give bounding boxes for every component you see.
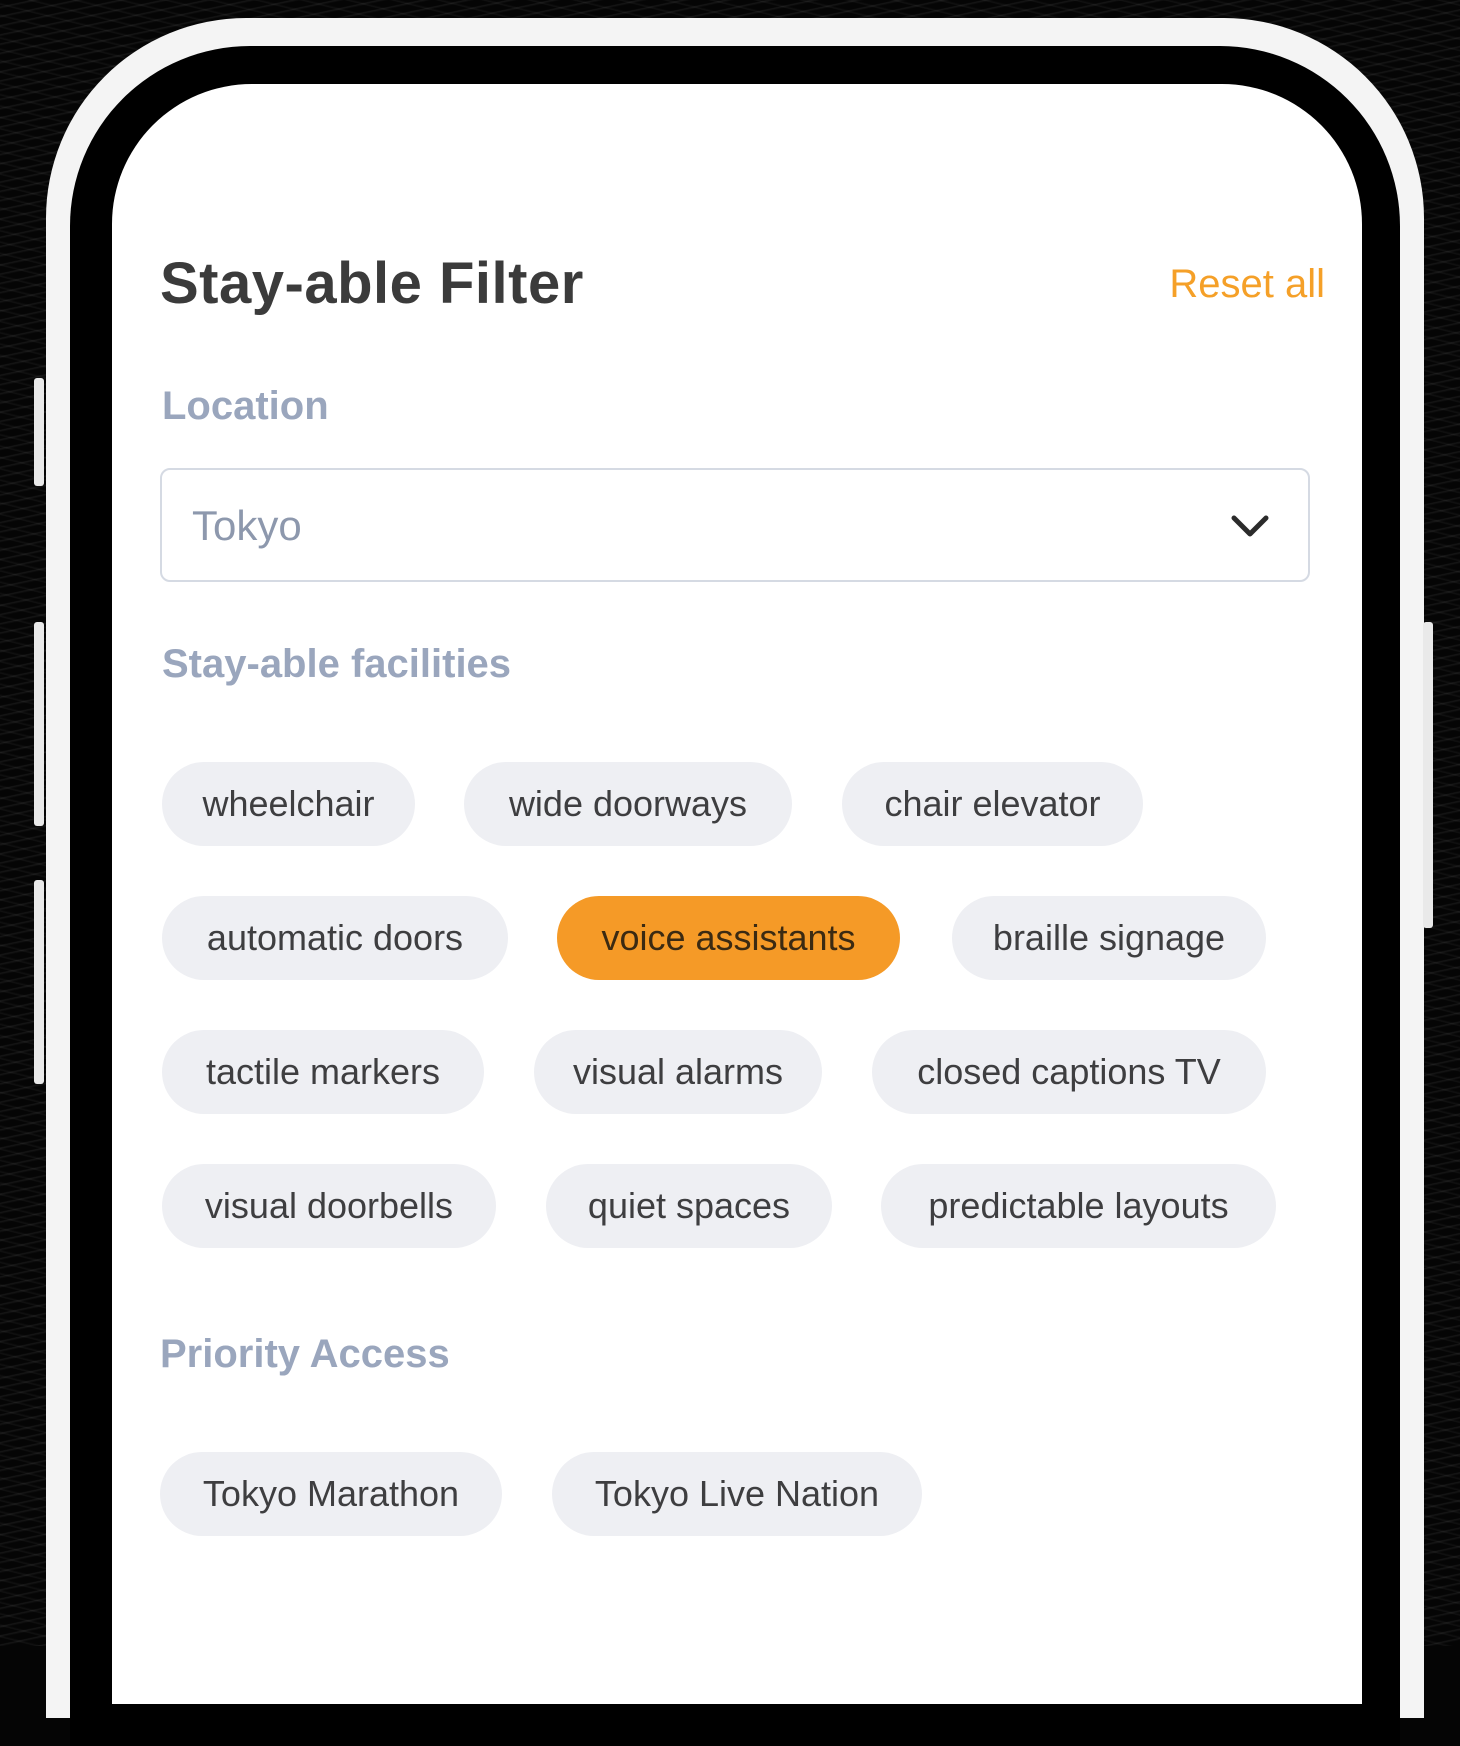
facility-chip-chair-elevator[interactable]: chair elevator xyxy=(842,762,1143,846)
facility-chip-visual-doorbells[interactable]: visual doorbells xyxy=(162,1164,496,1248)
phone-side-button xyxy=(1423,622,1433,928)
filter-header: Stay-able Filter Reset all xyxy=(160,250,1325,320)
facility-chip-voice-assistants[interactable]: voice assistants xyxy=(557,896,900,980)
chevron-down-icon xyxy=(1231,515,1269,537)
facility-chip-quiet-spaces[interactable]: quiet spaces xyxy=(546,1164,832,1248)
location-value: Tokyo xyxy=(192,502,302,549)
facility-chip-wheelchair[interactable]: wheelchair xyxy=(162,762,415,846)
priority-chip-tokyo-marathon[interactable]: Tokyo Marathon xyxy=(160,1452,502,1536)
location-label: Location xyxy=(162,384,329,428)
priority-chip-tokyo-live-nation[interactable]: Tokyo Live Nation xyxy=(552,1452,922,1536)
facility-chip-predictable-layouts[interactable]: predictable layouts xyxy=(881,1164,1276,1248)
phone-side-button xyxy=(34,880,44,1084)
phone-side-button xyxy=(34,622,44,826)
location-dropdown[interactable]: Tokyo xyxy=(160,468,1310,582)
facility-chip-closed-captions-tv[interactable]: closed captions TV xyxy=(872,1030,1266,1114)
facility-chip-automatic-doors[interactable]: automatic doors xyxy=(162,896,508,980)
facility-chip-tactile-markers[interactable]: tactile markers xyxy=(162,1030,484,1114)
phone-side-button xyxy=(34,378,44,486)
facility-chip-visual-alarms[interactable]: visual alarms xyxy=(534,1030,822,1114)
facilities-label: Stay-able facilities xyxy=(162,642,512,686)
reset-all-button[interactable]: Reset all xyxy=(1169,262,1325,307)
facility-chip-braille-signage[interactable]: braille signage xyxy=(952,896,1266,980)
page-title: Stay-able Filter xyxy=(160,251,584,316)
facility-chip-wide-doorways[interactable]: wide doorways xyxy=(464,762,792,846)
priority-access-label: Priority Access xyxy=(160,1332,450,1376)
